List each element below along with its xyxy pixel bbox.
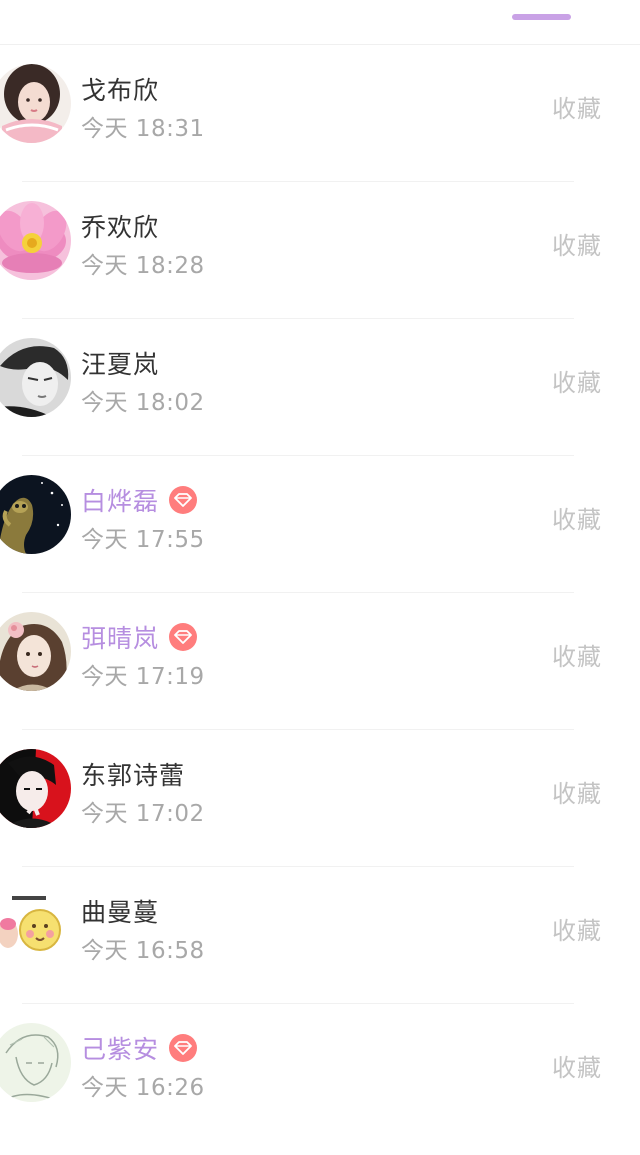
vip-diamond-icon xyxy=(169,1034,198,1062)
name-line: 己紫安 xyxy=(81,1031,198,1065)
list-item[interactable]: 汪夏岚 今天 18:02 收藏 xyxy=(0,319,640,456)
vip-diamond-icon xyxy=(169,486,198,514)
favorite-button[interactable]: 收藏 xyxy=(552,774,602,809)
favorite-button[interactable]: 收藏 xyxy=(552,363,602,398)
favorites-page: 戈布欣 今天 18:31 收藏 乔欢欣 今天 18:28 收藏 汪夏岚 今天 1… xyxy=(0,0,640,1155)
avatar[interactable] xyxy=(0,612,71,691)
list-item[interactable]: 弭晴岚 今天 17:19 收藏 xyxy=(0,593,640,730)
avatar[interactable] xyxy=(0,749,71,828)
visit-time: 今天 18:28 xyxy=(81,253,205,279)
name-line: 汪夏岚 xyxy=(81,346,159,380)
contact-name: 东郭诗蕾 xyxy=(81,761,186,790)
contact-name: 汪夏岚 xyxy=(81,350,160,379)
name-line: 乔欢欣 xyxy=(81,209,159,243)
top-tab-bar xyxy=(0,0,640,45)
contact-list: 戈布欣 今天 18:31 收藏 乔欢欣 今天 18:28 收藏 汪夏岚 今天 1… xyxy=(0,45,640,1141)
active-tab-indicator xyxy=(512,14,571,20)
list-item[interactable]: 乔欢欣 今天 18:28 收藏 xyxy=(0,182,640,319)
list-item[interactable]: 己紫安 今天 16:26 收藏 xyxy=(0,1004,640,1141)
avatar[interactable] xyxy=(0,338,71,417)
contact-name: 弭晴岚 xyxy=(81,624,160,653)
list-item[interactable]: 曲曼蔓 今天 16:58 收藏 xyxy=(0,867,640,1004)
vip-diamond-icon xyxy=(169,623,198,651)
list-item[interactable]: 东郭诗蕾 今天 17:02 收藏 xyxy=(0,730,640,867)
visit-time: 今天 17:19 xyxy=(81,664,205,690)
favorite-button[interactable]: 收藏 xyxy=(552,1048,602,1083)
favorite-button[interactable]: 收藏 xyxy=(552,637,602,672)
avatar[interactable] xyxy=(0,1023,71,1102)
visit-time: 今天 16:58 xyxy=(81,938,205,964)
visit-time: 今天 18:31 xyxy=(81,116,205,142)
avatar[interactable] xyxy=(0,886,71,965)
name-line: 戈布欣 xyxy=(81,72,159,106)
name-line: 白烨磊 xyxy=(81,483,198,517)
avatar[interactable] xyxy=(0,201,71,280)
favorite-button[interactable]: 收藏 xyxy=(552,226,602,261)
list-item[interactable]: 白烨磊 今天 17:55 收藏 xyxy=(0,456,640,593)
contact-name: 己紫安 xyxy=(81,1035,160,1064)
contact-name: 乔欢欣 xyxy=(81,213,160,242)
contact-name: 戈布欣 xyxy=(81,76,160,105)
contact-name: 白烨磊 xyxy=(81,487,160,516)
list-item[interactable]: 戈布欣 今天 18:31 收藏 xyxy=(0,45,640,182)
name-line: 曲曼蔓 xyxy=(81,894,159,928)
visit-time: 今天 16:26 xyxy=(81,1075,205,1101)
name-line: 弭晴岚 xyxy=(81,620,198,654)
visit-time: 今天 17:55 xyxy=(81,527,205,553)
avatar[interactable] xyxy=(0,475,71,554)
visit-time: 今天 18:02 xyxy=(81,390,205,416)
contact-name: 曲曼蔓 xyxy=(81,898,160,927)
favorite-button[interactable]: 收藏 xyxy=(552,500,602,535)
favorite-button[interactable]: 收藏 xyxy=(552,911,602,946)
visit-time: 今天 17:02 xyxy=(81,801,205,827)
favorite-button[interactable]: 收藏 xyxy=(552,89,602,124)
name-line: 东郭诗蕾 xyxy=(81,757,185,791)
avatar[interactable] xyxy=(0,64,71,143)
